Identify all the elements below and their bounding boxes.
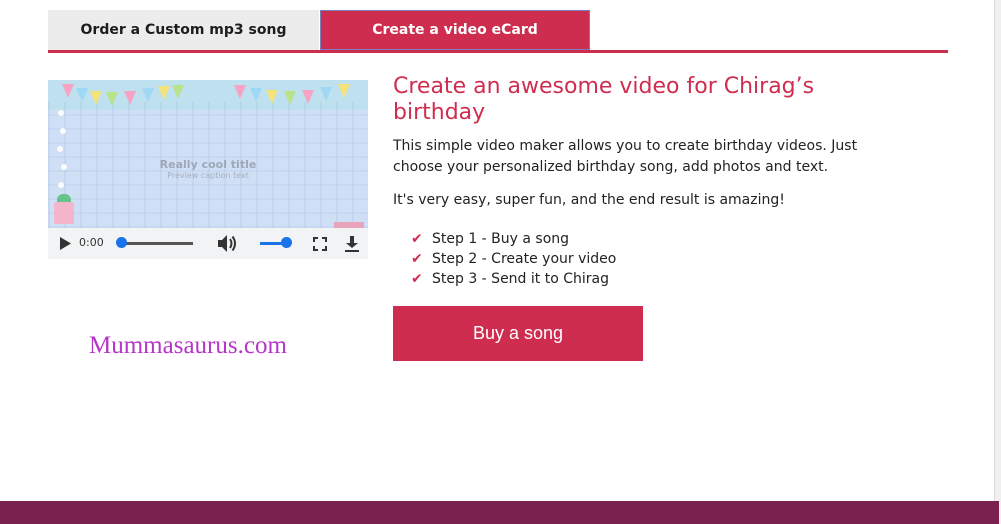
- checkmark-icon: ✔: [411, 231, 423, 247]
- checkmark-icon: ✔: [411, 271, 423, 287]
- bunting-flag: [124, 91, 136, 105]
- fullscreen-icon[interactable]: [311, 228, 329, 259]
- list-item: ✔ Step 2 - Create your video: [393, 249, 893, 269]
- tab-underline: [48, 50, 948, 53]
- bunting-flag: [266, 90, 278, 104]
- sparkle-dot: [57, 146, 63, 152]
- seek-bar[interactable]: [120, 242, 193, 245]
- list-item: ✔ Step 1 - Buy a song: [393, 229, 893, 249]
- buy-song-button[interactable]: Buy a song: [393, 306, 643, 361]
- description-text: This simple video maker allows you to cr…: [393, 138, 858, 175]
- tab-bar: Order a Custom mp3 song Create a video e…: [48, 10, 948, 53]
- checkmark-icon: ✔: [411, 251, 423, 267]
- bunting-flag: [142, 88, 154, 102]
- video-controls: 0:00: [48, 228, 368, 259]
- volume-thumb[interactable]: [281, 237, 292, 248]
- steps-list: ✔ Step 1 - Buy a song ✔ Step 2 - Create yo…: [393, 229, 893, 289]
- bunting-flag: [234, 85, 246, 99]
- footer-bar: [0, 501, 999, 524]
- video-overlay-caption: Preview caption text: [167, 171, 249, 180]
- bunting-flag: [338, 84, 350, 98]
- seek-thumb[interactable]: [116, 237, 127, 248]
- bunting-flag: [250, 88, 262, 102]
- video-overlay-title: Really cool title: [159, 158, 257, 171]
- bunting-flag: [90, 91, 102, 105]
- bunting-flag: [106, 92, 118, 106]
- bunting-flag: [172, 85, 184, 99]
- list-item: ✔ Step 3 - Send it to Chirag: [393, 269, 893, 289]
- tab-create-video-ecard[interactable]: Create a video eCard: [320, 10, 590, 50]
- video-preview[interactable]: Really cool title Preview caption text: [48, 80, 368, 228]
- sparkle-dot: [60, 128, 66, 134]
- bunting-flag: [302, 90, 314, 104]
- cake-icon: [54, 194, 74, 224]
- page-title: Create an awesome video for Chirag’s bir…: [393, 74, 815, 125]
- download-icon[interactable]: [343, 228, 361, 259]
- bunting-flag: [76, 88, 88, 102]
- step-label: Step 3 - Send it to Chirag: [432, 271, 609, 287]
- main-content: Create an awesome video for Chirag’s bir…: [393, 74, 893, 289]
- page-scrollbar[interactable]: [994, 0, 1001, 524]
- bunting-flag: [320, 87, 332, 101]
- bunting-flag: [158, 86, 170, 100]
- current-time: 0:00: [79, 236, 104, 249]
- sparkle-dot: [58, 110, 64, 116]
- watermark-text: Mummasaurus.com: [89, 332, 287, 359]
- step-label: Step 2 - Create your video: [432, 251, 617, 267]
- bunting-flag: [284, 91, 296, 105]
- play-icon[interactable]: [56, 228, 74, 259]
- video-player[interactable]: Really cool title Preview caption text 0…: [48, 80, 368, 259]
- bunting-flag: [62, 84, 74, 98]
- sparkle-dot: [58, 182, 64, 188]
- volume-icon[interactable]: [217, 228, 239, 259]
- step-label: Step 1 - Buy a song: [432, 231, 570, 247]
- tagline-text: It's very easy, super fun, and the end r…: [393, 192, 785, 208]
- tab-order-mp3-song[interactable]: Order a Custom mp3 song: [48, 10, 319, 50]
